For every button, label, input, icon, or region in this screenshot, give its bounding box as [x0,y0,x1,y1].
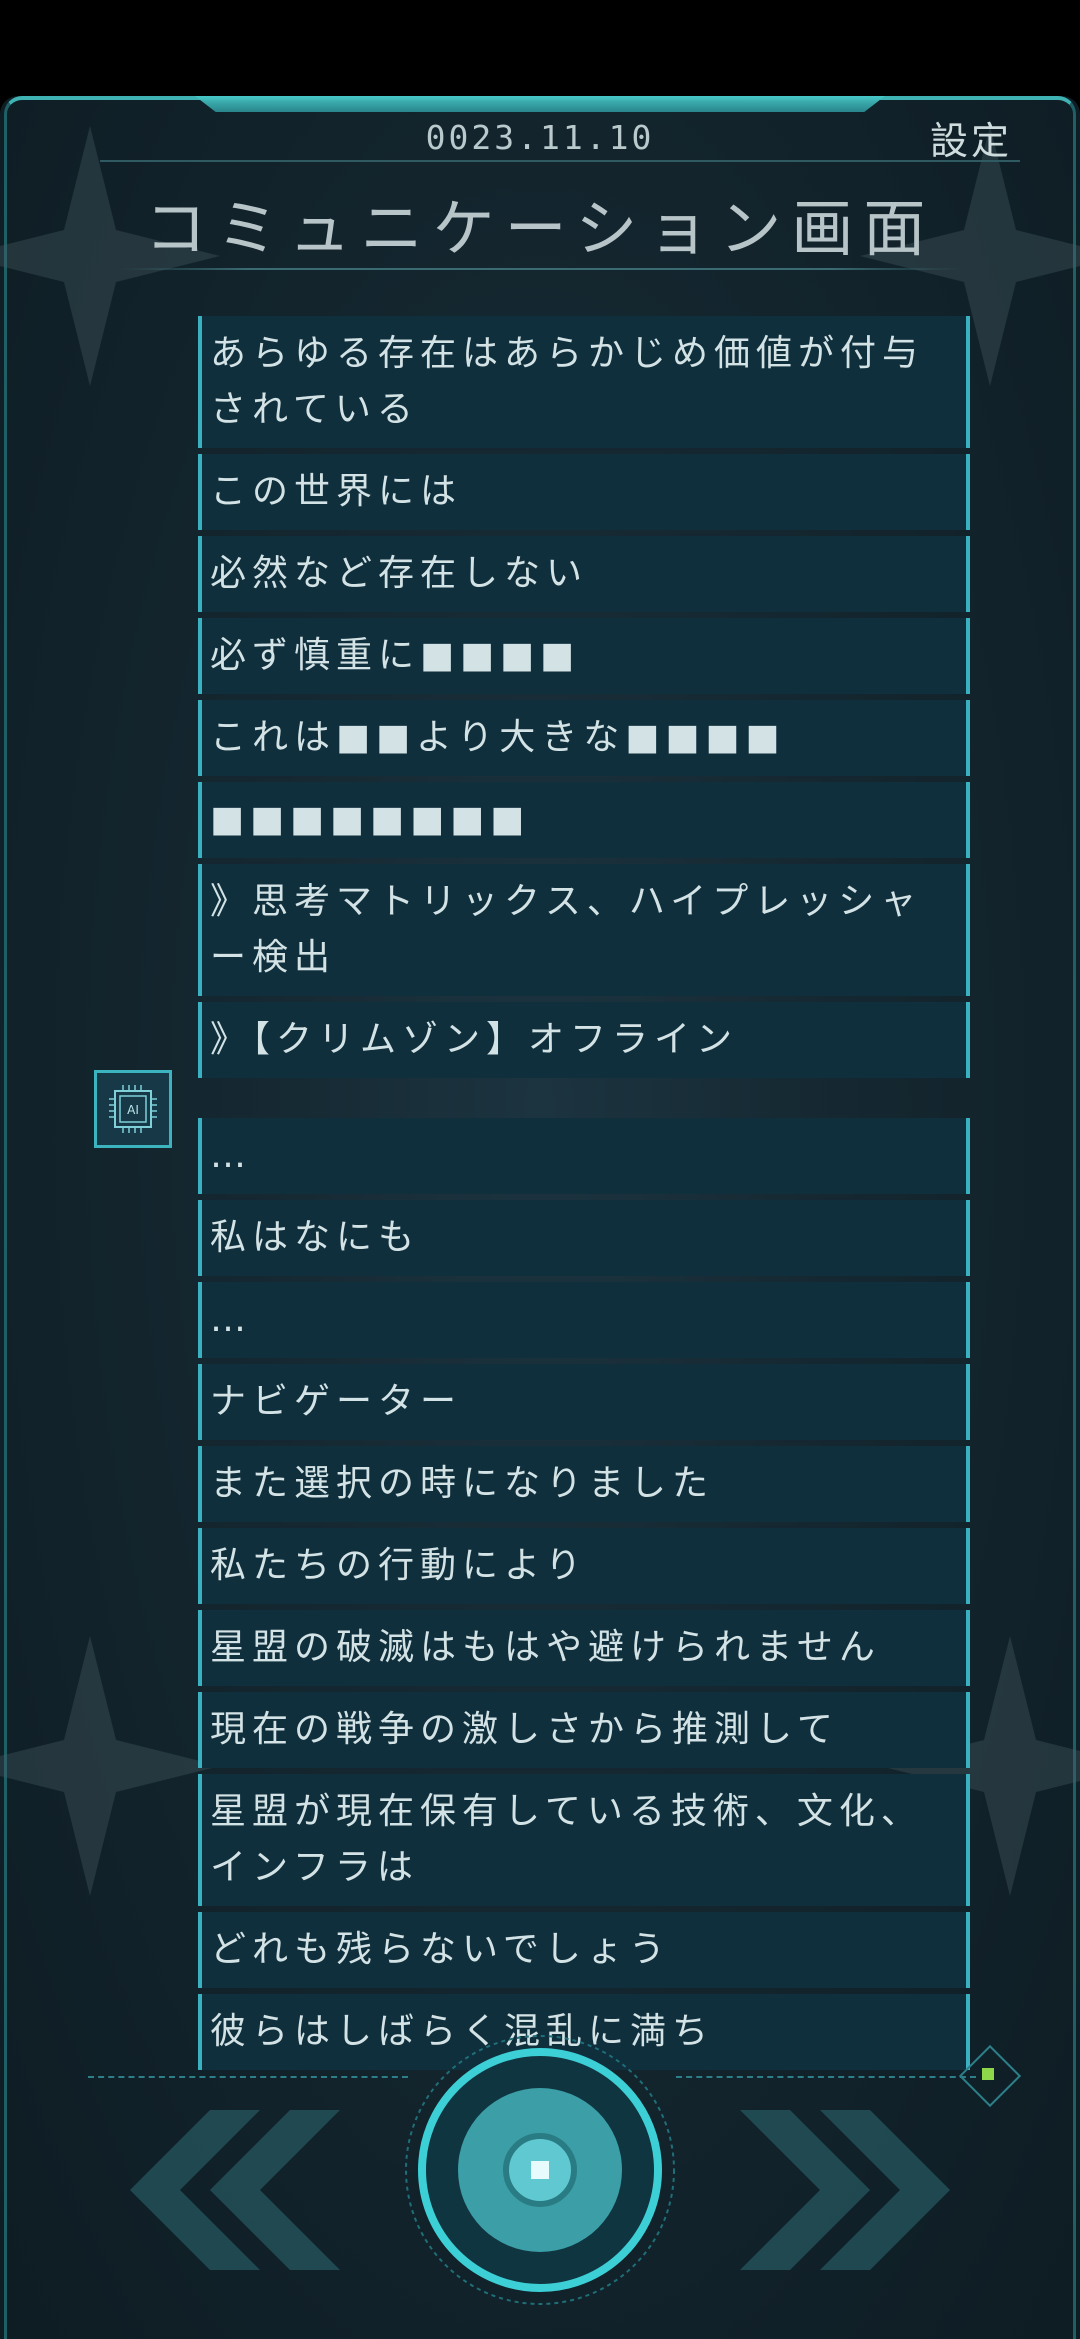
double-chevron-right-icon [740,2110,950,2270]
message-line: 必然など存在しない [198,536,970,612]
round-action-button-icon [405,2035,675,2305]
game-screen: 0023.11.10 設定 コミュニケーション画面 あらゆる存在はあらかじめ価値… [0,0,1080,2339]
divider [676,2076,976,2078]
ai-speaker-badge: AI [94,1070,172,1148]
message-line: 私たちの行動により [198,1528,970,1604]
double-chevron-left-icon [130,2110,340,2270]
divider [100,160,1020,162]
message-line: 私はなにも [198,1200,970,1276]
message-line: … [198,1282,970,1358]
message-log[interactable]: あらゆる存在はあらかじめ価値が付与されている この世界には 必然など存在しない … [198,316,970,2076]
message-line: 現在の戦争の激しさから推測して [198,1692,970,1768]
top-notch-decoration [195,96,885,112]
date-display: 0023.11.10 [425,118,655,157]
message-line: ナビゲーター [198,1364,970,1440]
message-line: あらゆる存在はあらかじめ価値が付与されている [198,316,970,448]
message-line: … [198,1118,970,1194]
divider [88,2076,408,2078]
ai-chip-icon: AI [109,1085,157,1133]
center-action-button[interactable] [402,2032,678,2308]
message-line: ■■■■■■■■ [198,782,970,858]
message-line: これは■■より大きな■■■■ [198,700,970,776]
settings-button[interactable]: 設定 [930,110,1012,165]
prev-button[interactable] [100,2110,340,2270]
ai-badge-label: AI [127,1103,139,1117]
message-line: また選択の時になりました [198,1446,970,1522]
message-gap [198,1084,970,1118]
message-line: 星盟の破滅はもはや避けられません [198,1610,970,1686]
message-line: この世界には [198,454,970,530]
message-line: 》思考マトリックス、ハイプレッシャー検出 [198,864,970,996]
message-line: どれも残らないでしょう [198,1912,970,1988]
next-button[interactable] [740,2110,980,2270]
divider [120,268,960,270]
star-decoration-icon [0,1636,220,1896]
page-title: コミュニケーション画面 [144,192,936,265]
message-line: 必ず慎重に■■■■ [198,618,970,694]
status-dot [982,2068,994,2080]
message-line: 》【クリムゾン】オフライン [198,1002,970,1078]
message-line: 星盟が現在保有している技術、文化、インフラは [198,1774,970,1906]
